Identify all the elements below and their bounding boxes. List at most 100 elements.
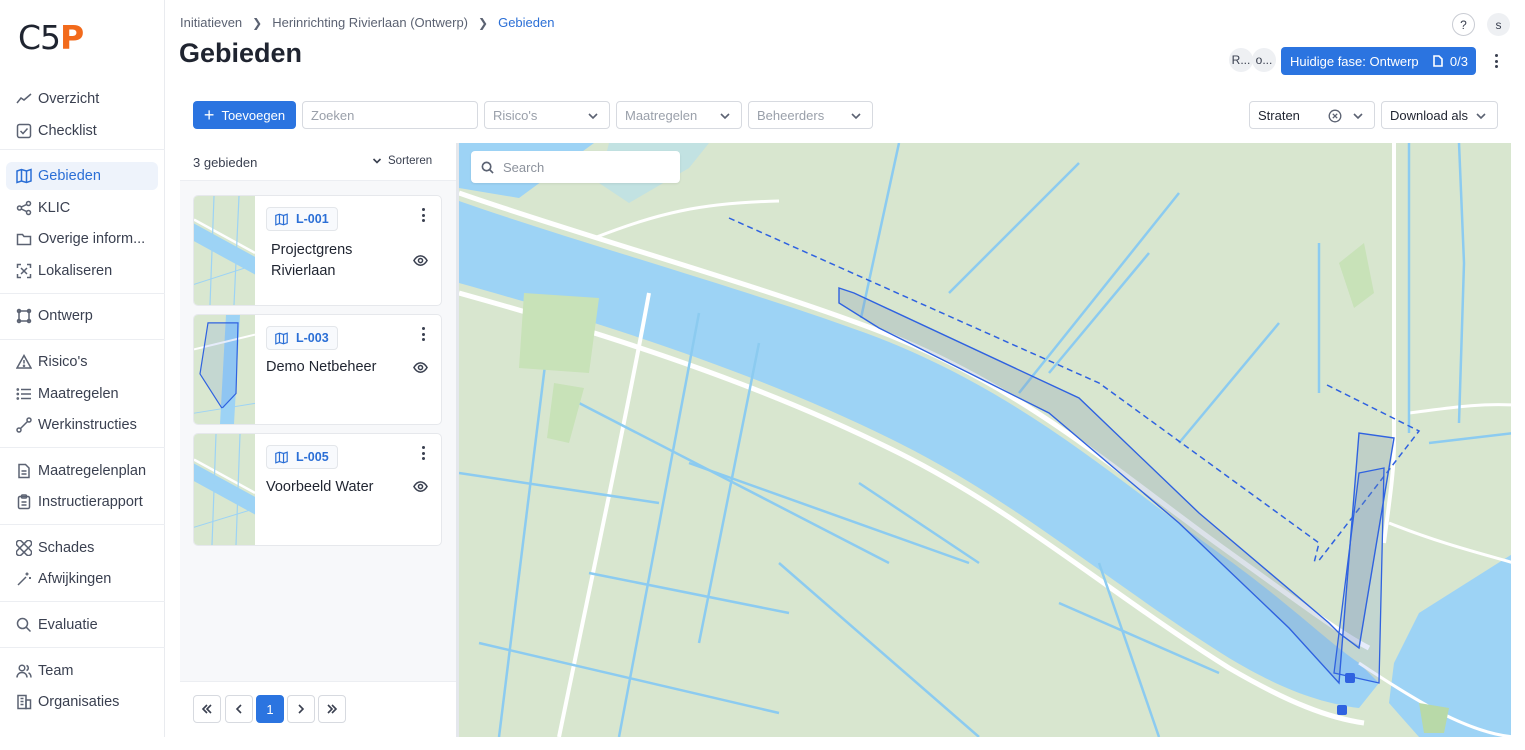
sidebar-item-risicos[interactable]: Risico's xyxy=(6,348,158,376)
filter-maatregelen[interactable]: Maatregelen xyxy=(616,101,742,129)
sidebar-divider xyxy=(0,447,165,448)
avatar[interactable]: o... xyxy=(1252,48,1276,72)
eye-icon[interactable] xyxy=(413,253,428,268)
folder-icon xyxy=(16,233,32,246)
sidebar-divider xyxy=(0,149,165,150)
avatar[interactable]: R... xyxy=(1229,48,1253,72)
map-canvas[interactable] xyxy=(459,143,1511,737)
breadcrumb-item[interactable]: Herinrichting Rivierlaan (Ontwerp) xyxy=(272,15,468,30)
filter-beheerders[interactable]: Beheerders xyxy=(748,101,873,129)
sidebar-item-checklist[interactable]: Checklist xyxy=(6,117,158,145)
sidebar-item-overzicht[interactable]: Overzicht xyxy=(6,85,158,113)
map-icon xyxy=(275,450,288,464)
sidebar-item-label: Overige inform... xyxy=(38,231,146,247)
sidebar-item-team[interactable]: Team xyxy=(6,657,158,685)
sidebar-item-label: Organisaties xyxy=(38,694,120,710)
breadcrumb-item-current[interactable]: Gebieden xyxy=(498,15,554,30)
sidebar-item-lokaliseren[interactable]: Lokaliseren xyxy=(6,257,158,285)
chevrons-left-icon xyxy=(201,704,212,714)
route-icon xyxy=(16,417,32,433)
breadcrumb: Initiatieven ❯ Herinrichting Rivierlaan … xyxy=(180,15,554,30)
search-input[interactable] xyxy=(311,107,477,123)
sidebar-item-label: Afwijkingen xyxy=(38,571,112,587)
sidebar-item-label: Schades xyxy=(38,540,95,556)
chevron-down-icon xyxy=(372,158,382,164)
search-icon xyxy=(481,161,494,174)
phase-count: 0/3 xyxy=(1432,54,1468,69)
logo-text-b: P xyxy=(60,18,84,57)
area-card[interactable]: L-005 Voorbeeld Water xyxy=(193,433,442,546)
download-button[interactable]: Download als xyxy=(1381,101,1498,129)
sidebar-item-gebieden[interactable]: Gebieden xyxy=(6,162,158,190)
sidebar-item-klic[interactable]: KLIC xyxy=(6,194,158,222)
sidebar-item-evaluatie[interactable]: Evaluatie xyxy=(6,611,158,639)
search-field[interactable] xyxy=(302,101,478,129)
chevron-down-icon xyxy=(850,110,862,122)
sidebar-item-werkinstructies[interactable]: Werkinstructies xyxy=(6,411,158,439)
more-menu-icon[interactable] xyxy=(422,446,426,460)
clear-icon[interactable] xyxy=(1328,109,1342,123)
sort-label: Sorteren xyxy=(388,155,433,167)
more-menu-icon[interactable] xyxy=(422,327,426,341)
chevron-down-icon xyxy=(587,110,599,122)
trend-line-icon xyxy=(16,93,32,104)
prev-page-button[interactable] xyxy=(225,695,253,723)
more-menu-icon[interactable] xyxy=(422,208,426,222)
sidebar-item-label: Maatregelenplan xyxy=(38,463,147,479)
filter-label: Maatregelen xyxy=(625,107,698,123)
app-logo[interactable]: C5 P xyxy=(18,18,84,57)
sidebar-item-label: Maatregelen xyxy=(38,386,119,402)
chevron-down-icon xyxy=(719,110,731,122)
area-card[interactable]: L-003 Demo Netbeheer xyxy=(193,314,442,425)
breadcrumb-item[interactable]: Initiatieven xyxy=(180,15,242,30)
eye-icon[interactable] xyxy=(413,479,428,494)
chevron-down-icon xyxy=(1352,110,1364,122)
sort-button[interactable]: Sorteren xyxy=(372,155,432,167)
area-card[interactable]: L-001 Projectgrens Rivierlaan xyxy=(193,195,442,306)
sidebar-item-maatregelen[interactable]: Maatregelen xyxy=(6,380,158,408)
map-view[interactable] xyxy=(456,143,1511,737)
sidebar-item-label: Instructierapport xyxy=(38,494,143,510)
map-icon xyxy=(16,168,32,184)
help-button[interactable]: ? xyxy=(1452,13,1475,36)
warning-icon xyxy=(16,354,32,369)
layer-select[interactable]: Straten xyxy=(1249,101,1375,129)
document-icon xyxy=(18,463,30,479)
area-code: L-001 xyxy=(296,212,329,226)
filter-risicos[interactable]: Risico's xyxy=(484,101,610,129)
area-thumbnail xyxy=(194,315,255,424)
chevron-right-icon xyxy=(298,704,305,714)
first-page-button[interactable] xyxy=(193,695,221,723)
user-menu-button[interactable]: s xyxy=(1487,13,1510,36)
sidebar-divider xyxy=(0,647,165,648)
last-page-button[interactable] xyxy=(318,695,346,723)
eye-icon[interactable] xyxy=(413,360,428,375)
filter-label: Beheerders xyxy=(757,107,825,123)
phase-button[interactable]: Huidige fase: Ontwerp 0/3 xyxy=(1281,47,1476,75)
sidebar-item-label: Evaluatie xyxy=(38,617,98,633)
next-page-button[interactable] xyxy=(287,695,315,723)
sidebar-item-overige-informatie[interactable]: Overige inform... xyxy=(6,225,158,253)
page-title: Gebieden xyxy=(179,38,303,68)
chevrons-right-icon xyxy=(327,704,338,714)
sidebar-item-organisaties[interactable]: Organisaties xyxy=(6,688,158,716)
phase-label: Huidige fase: Ontwerp xyxy=(1290,53,1419,69)
area-code: L-005 xyxy=(296,450,329,464)
document-icon xyxy=(1433,55,1443,67)
area-code-tag: L-005 xyxy=(266,445,338,469)
sidebar-item-label: KLIC xyxy=(38,200,71,216)
sidebar-item-label: Overzicht xyxy=(38,91,100,107)
sidebar-item-schades[interactable]: Schades xyxy=(6,534,158,562)
sidebar-divider xyxy=(0,339,165,340)
sidebar-item-ontwerp[interactable]: Ontwerp xyxy=(6,302,158,330)
share-nodes-icon xyxy=(16,200,32,216)
map-search-input[interactable] xyxy=(503,159,663,175)
map-search-box[interactable] xyxy=(471,151,680,183)
sidebar-item-afwijkingen[interactable]: Afwijkingen xyxy=(6,565,158,593)
sidebar-item-maatregelenplan[interactable]: Maatregelenplan xyxy=(6,457,158,485)
more-menu-icon[interactable] xyxy=(1489,52,1503,70)
add-button[interactable]: + Toevoegen xyxy=(193,101,296,129)
page-button-current[interactable]: 1 xyxy=(256,695,284,723)
sidebar-item-instructierapport[interactable]: Instructierapport xyxy=(6,488,158,516)
map-icon xyxy=(275,212,288,226)
